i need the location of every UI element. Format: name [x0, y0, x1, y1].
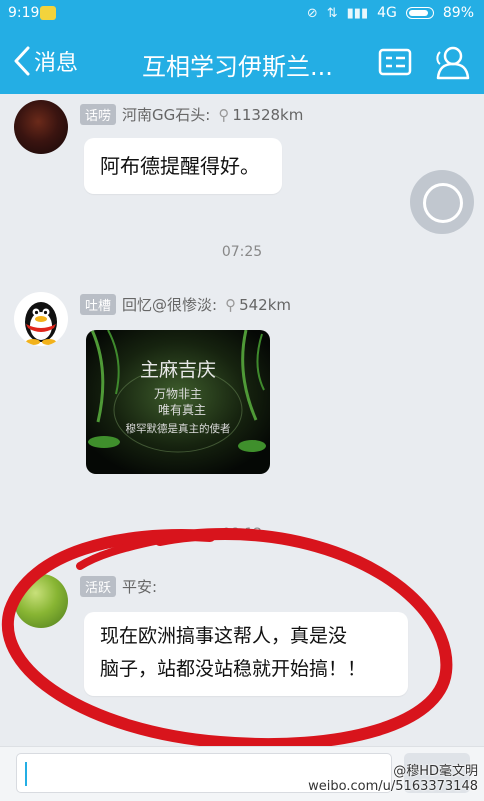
- message-bubble[interactable]: 现在欧洲搞事这帮人，真是没 脑子，站都没站稳就开始搞！！: [84, 612, 408, 696]
- text-caret: [25, 762, 27, 786]
- greeting-image: 主麻吉庆 万物非主 唯有真主 穆罕默德是真主的使者: [86, 330, 270, 474]
- vibrate-icon: ⇅: [326, 5, 338, 21]
- image-line: 万物非主: [154, 387, 202, 401]
- message-meta: 活跃 平安:: [80, 576, 157, 597]
- battery-icon: [405, 7, 434, 19]
- sender-name: 回忆@很惨淡:: [122, 296, 218, 314]
- avatar[interactable]: [14, 574, 68, 628]
- message-bubble[interactable]: 阿布德提醒得好。: [84, 138, 282, 194]
- timestamp: 07:25: [221, 244, 263, 260]
- timestamp: 08:12: [221, 526, 263, 542]
- chat-title: 互相学习伊斯兰...: [142, 53, 333, 81]
- back-label: 消息: [34, 51, 79, 76]
- title-bar: 消息 互相学习伊斯兰...: [0, 28, 484, 94]
- image-message[interactable]: 主麻吉庆 万物非主 唯有真主 穆罕默德是真主的使者: [86, 330, 270, 474]
- sender-name: 平安:: [122, 578, 158, 596]
- level-tag: 活跃: [80, 576, 117, 597]
- watermark-url: weibo.com/u/5163373148: [308, 779, 478, 794]
- distance: 542km: [239, 295, 292, 314]
- sync-icon: ⊘: [306, 5, 318, 21]
- level-tag: 话唠: [80, 104, 117, 125]
- image-line: 唯有真主: [158, 403, 206, 417]
- battery-level: [408, 10, 428, 16]
- profile-card-icon[interactable]: [378, 48, 412, 76]
- weibo-watermark: @穆HD毫文明 weibo.com/u/5163373148: [308, 760, 478, 794]
- status-bar: 9:19 ⊘ ⇅ ▮▮▮ 4G 89%: [0, 0, 484, 28]
- sender-name: 河南GG石头:: [122, 106, 211, 124]
- status-icons: ⊘ ⇅ ▮▮▮ 4G 89%: [307, 5, 474, 21]
- distance: 11328km: [232, 105, 304, 124]
- signal-icon: ▮▮▮: [346, 5, 369, 21]
- battery-percent: 89%: [442, 5, 474, 21]
- image-line: 穆罕默德是真主的使者: [126, 422, 231, 435]
- message-text: 阿布德提醒得好。: [100, 154, 260, 178]
- notification-icon: [40, 6, 56, 20]
- watermark-handle: @穆HD毫文明: [393, 764, 478, 779]
- group-members-icon[interactable]: [434, 44, 472, 80]
- network-type: 4G: [377, 5, 397, 21]
- location-pin-icon: ⚲: [218, 105, 230, 124]
- status-time: 9:19: [8, 5, 40, 21]
- back-chevron-icon: [14, 46, 30, 76]
- message-text-line: 现在欧洲搞事这帮人，真是没: [100, 625, 348, 647]
- image-title: 主麻吉庆: [140, 359, 216, 381]
- message-meta: 话唠 河南GG石头: ⚲ 11328km: [80, 104, 303, 125]
- floating-ring-button[interactable]: [410, 170, 474, 234]
- location-pin-icon: ⚲: [225, 295, 237, 314]
- chat-area[interactable]: 话唠 河南GG石头: ⚲ 11328km 阿布德提醒得好。 07:25 吐槽 回…: [0, 94, 484, 746]
- level-tag: 吐槽: [80, 294, 117, 315]
- message-meta: 吐槽 回忆@很惨淡: ⚲ 542km: [80, 294, 291, 315]
- message-text-line: 脑子，站都没站稳就开始搞！！: [100, 658, 367, 680]
- back-button[interactable]: 消息: [12, 44, 78, 78]
- penguin-avatar[interactable]: [14, 292, 68, 346]
- avatar[interactable]: [14, 100, 68, 154]
